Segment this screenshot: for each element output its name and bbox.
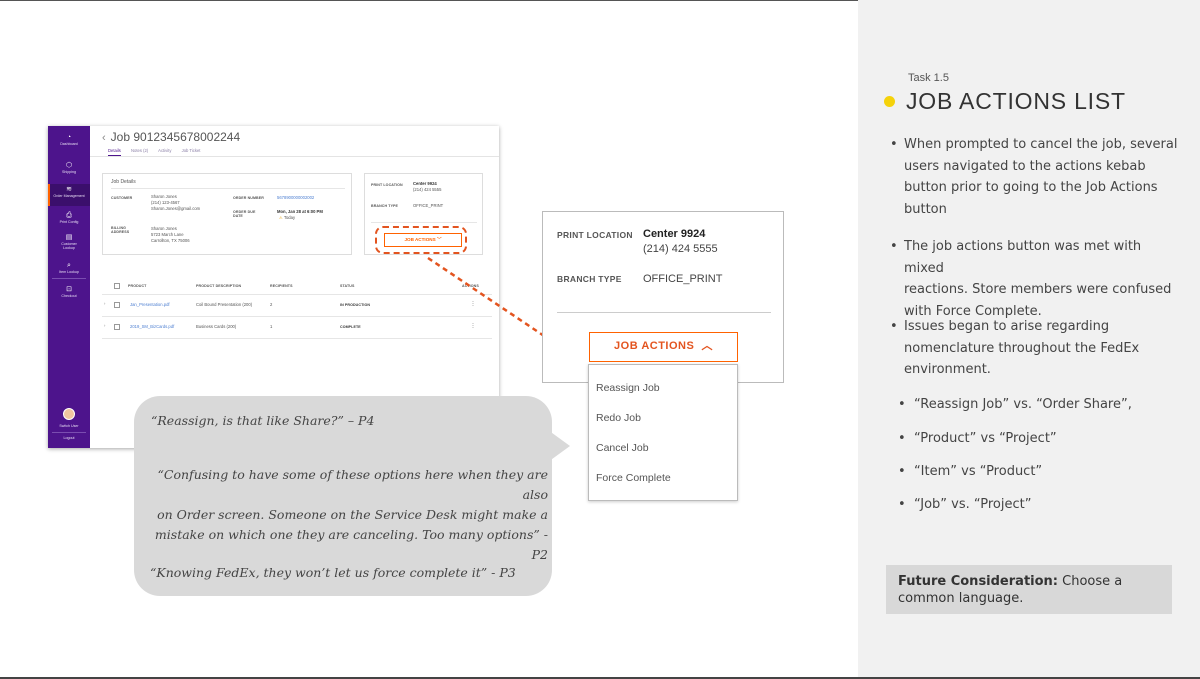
job-actions-button[interactable]: JOB ACTIONS ︿: [589, 332, 738, 362]
finding-item: • When prompted to cancel the job, sever…: [890, 137, 1178, 217]
menu-item-cancel-job[interactable]: Cancel Job: [596, 442, 649, 454]
quote-p3: “Knowing FedEx, they won’t let us force …: [150, 565, 516, 580]
menu-item-reassign-job[interactable]: Reassign Job: [596, 382, 660, 394]
quote-p2: “Confusing to have some of these options…: [154, 467, 548, 562]
zoom-print-location-label: PRINT LOCATION: [557, 230, 633, 240]
future-consideration-box: Future Consideration: Choose a common la…: [886, 565, 1172, 614]
zoom-branch-type-value: OFFICE_PRINT: [643, 273, 723, 285]
quote-p4: “Reassign, is that like Share?” – P4: [151, 413, 375, 428]
zoom-divider: [557, 312, 771, 313]
chevron-up-icon: ︿: [701, 340, 713, 352]
finding-item: • Issues began to arise regarding nomenc…: [890, 319, 1140, 377]
menu-item-force-complete[interactable]: Force Complete: [596, 472, 671, 484]
sub-finding: • “Reassign Job” vs. “Order Share”,: [898, 397, 1132, 412]
job-actions-menu: Reassign Job Redo Job Cancel Job Force C…: [588, 364, 738, 501]
sub-finding: • “Product” vs “Project”: [898, 431, 1057, 446]
zoom-print-location-value: Center 9924 (214) 424 5555: [643, 228, 718, 255]
task-number: Task 1.5: [908, 72, 949, 84]
panel-title: JOB ACTIONS LIST: [906, 88, 1126, 114]
finding-item: • The job actions button was met with mi…: [890, 239, 1172, 319]
menu-item-redo-job[interactable]: Redo Job: [596, 412, 641, 424]
zoom-branch-type-label: BRANCH TYPE: [557, 274, 622, 284]
zoomed-location-panel: PRINT LOCATION Center 9924 (214) 424 5555…: [542, 211, 784, 383]
bullet-dot-icon: [884, 96, 895, 107]
sub-finding: • “Item” vs “Product”: [898, 464, 1043, 479]
quote-bubble-tail: [548, 430, 570, 462]
sub-finding: • “Job” vs. “Project”: [898, 497, 1032, 512]
